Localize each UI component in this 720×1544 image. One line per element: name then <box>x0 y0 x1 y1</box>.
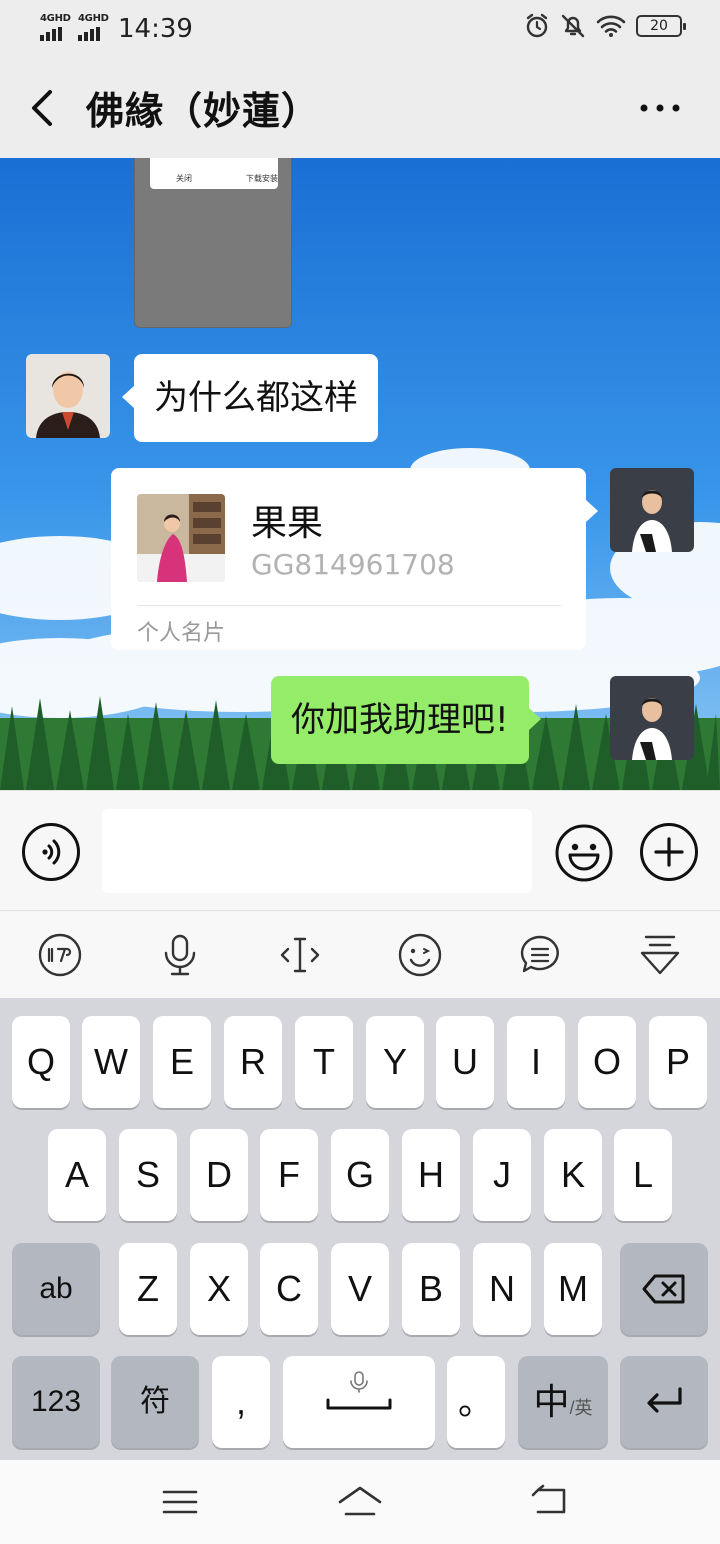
keyboard-toolbar <box>0 910 720 998</box>
my-avatar[interactable] <box>610 468 694 552</box>
key-m[interactable]: M <box>544 1243 602 1335</box>
collapse-keyboard-icon[interactable] <box>636 931 684 979</box>
sim1-signal-icon: 4GHD <box>40 13 74 41</box>
key-r[interactable]: R <box>224 1016 282 1108</box>
key-comma[interactable]: , <box>212 1356 270 1448</box>
contact-card-name: 果果 <box>251 503 324 544</box>
key-p[interactable]: P <box>649 1016 707 1108</box>
enter-icon <box>647 1387 682 1413</box>
key-b[interactable]: B <box>402 1243 460 1335</box>
message-bubble-outgoing[interactable]: 你加我助理吧! <box>271 676 541 764</box>
microphone-icon[interactable] <box>156 931 204 979</box>
key-symbols[interactable]: 符 <box>111 1356 199 1448</box>
key-language-switch[interactable]: 中/英 <box>518 1356 608 1448</box>
backspace-icon <box>642 1274 685 1304</box>
key-q[interactable]: Q <box>12 1016 70 1108</box>
xunfei-icon[interactable] <box>36 931 84 979</box>
back-icon[interactable] <box>526 1478 574 1526</box>
key-y[interactable]: Y <box>366 1016 424 1108</box>
backspace-key[interactable] <box>620 1243 708 1335</box>
wifi-icon <box>596 15 626 37</box>
key-k[interactable]: K <box>544 1129 602 1221</box>
key-d[interactable]: D <box>190 1129 248 1221</box>
key-z[interactable]: Z <box>119 1243 177 1335</box>
key-period[interactable]: 。 <box>447 1356 505 1448</box>
key-f[interactable]: F <box>260 1129 318 1221</box>
menu-icon[interactable] <box>156 1478 204 1526</box>
key-s[interactable]: S <box>119 1129 177 1221</box>
lang-main-label: 中 <box>533 1381 570 1422</box>
key-o[interactable]: O <box>578 1016 636 1108</box>
message-bubble-incoming[interactable]: 为什么都这样 <box>122 354 378 442</box>
key-a[interactable]: A <box>48 1129 106 1221</box>
thumbnail-text: 下载安装 <box>246 174 278 183</box>
chat-header: 佛緣（妙蓮） <box>0 58 720 158</box>
thumbnail-dialog: 关闭 下载安装 <box>150 158 278 189</box>
my-avatar[interactable] <box>610 676 694 760</box>
voice-wave-icon <box>42 839 61 865</box>
chat-messages[interactable]: 关闭 下载安装 为什么都这样 果果 GG814961708 个人名片 你加我助理… <box>0 158 720 790</box>
thumbnail-text: 关闭 <box>176 174 192 183</box>
contact-card-id: GG814961708 <box>251 548 455 581</box>
key-c[interactable]: C <box>260 1243 318 1335</box>
key-j[interactable]: J <box>473 1129 531 1221</box>
clock: 14:39 <box>118 14 193 44</box>
message-text: 你加我助理吧! <box>291 700 509 740</box>
sim2-signal-icon: 4GHD <box>78 13 112 41</box>
mute-bell-icon <box>561 14 585 38</box>
emoji-button-icon[interactable] <box>554 823 614 883</box>
contact-card-photo <box>137 494 225 582</box>
emoji-icon[interactable] <box>396 931 444 979</box>
key-e[interactable]: E <box>153 1016 211 1108</box>
cursor-icon[interactable] <box>276 931 324 979</box>
image-message[interactable]: 关闭 下载安装 <box>134 158 292 328</box>
key-x[interactable]: X <box>190 1243 248 1335</box>
message-input-bar <box>0 790 720 910</box>
key-l[interactable]: L <box>614 1129 672 1221</box>
more-actions-button[interactable] <box>640 823 698 881</box>
more-options-icon[interactable] <box>638 98 682 118</box>
space-mic-icon <box>326 1371 392 1410</box>
message-icon[interactable] <box>516 931 564 979</box>
key-g[interactable]: G <box>331 1129 389 1221</box>
home-icon[interactable] <box>336 1478 384 1526</box>
key-i[interactable]: I <box>507 1016 565 1108</box>
key-n[interactable]: N <box>473 1243 531 1335</box>
enter-key[interactable] <box>620 1356 708 1448</box>
key-w[interactable]: W <box>82 1016 140 1108</box>
system-navigation-bar <box>0 1460 720 1544</box>
alarm-icon <box>526 13 548 38</box>
lang-sub-label: /英 <box>569 1398 593 1418</box>
key-numbers[interactable]: 123 <box>12 1356 100 1448</box>
contact-card-message[interactable]: 果果 GG814961708 个人名片 <box>111 468 598 650</box>
key-h[interactable]: H <box>402 1129 460 1221</box>
battery-indicator: 20 <box>636 15 686 37</box>
key-u[interactable]: U <box>436 1016 494 1108</box>
contact-avatar[interactable] <box>26 354 110 438</box>
message-text: 为什么都这样 <box>154 378 358 418</box>
key-v[interactable]: V <box>331 1243 389 1335</box>
keyboard: Q W E R T Y U I O P A S D F G H J K L ab… <box>0 998 720 1460</box>
message-text-field[interactable] <box>102 809 532 893</box>
key-t[interactable]: T <box>295 1016 353 1108</box>
chat-title: 佛緣（妙蓮） <box>86 89 321 133</box>
voice-input-button[interactable] <box>22 823 80 881</box>
contact-card-type-label: 个人名片 <box>137 621 226 646</box>
key-ab-switch[interactable]: ab <box>12 1243 100 1335</box>
divider <box>137 605 561 606</box>
spacebar[interactable] <box>283 1356 435 1448</box>
status-bar: 4GHD 4GHD 14:39 20 <box>0 0 720 58</box>
plus-icon <box>654 837 684 867</box>
back-arrow-icon[interactable] <box>26 86 66 130</box>
